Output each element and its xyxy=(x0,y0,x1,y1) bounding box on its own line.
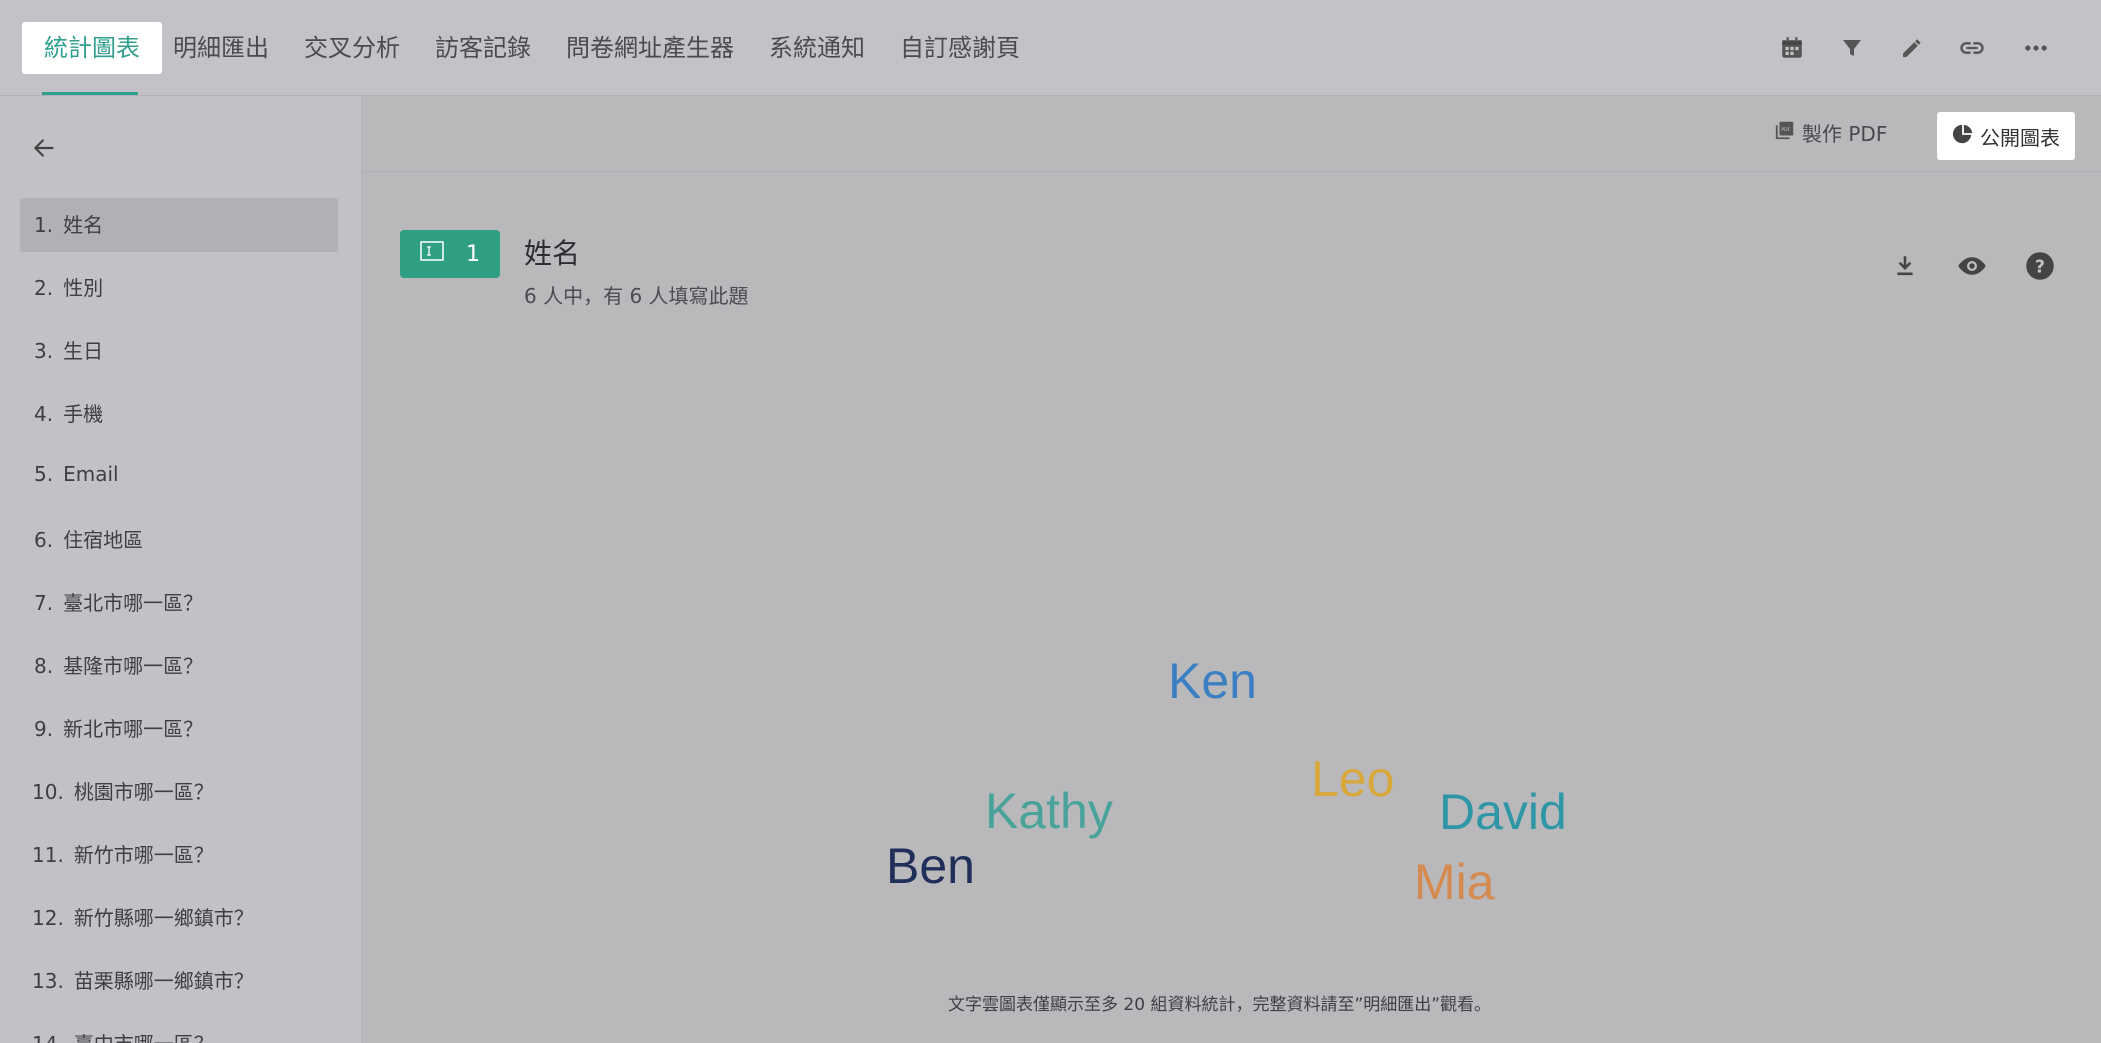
item-label: 苗栗縣哪一鄉鎮市？ xyxy=(73,969,254,993)
pie-chart-icon xyxy=(1952,123,1974,150)
sidebar-item-q13[interactable]: 13. 苗栗縣哪一鄉鎮市？ xyxy=(18,954,336,1008)
chart-panel: PDF 製作 PDF 公開圖表 1 姓名 6 人中，有 6 人填寫此題 ? Ke… xyxy=(362,96,2101,1043)
visibility-icon[interactable] xyxy=(1952,246,1992,286)
item-number: 10. xyxy=(32,780,64,804)
item-number: 8. xyxy=(34,654,54,678)
item-label: 臺中市哪一區？ xyxy=(74,1032,214,1043)
question-response-count: 6 人中，有 6 人填寫此題 xyxy=(524,284,749,308)
cloud-word-ben: Ben xyxy=(886,838,975,894)
word-cloud-note: 文字雲圖表僅顯示至多 20 組資料統計，完整資料請至”明細匯出”觀看。 xyxy=(948,995,1492,1015)
question-sidebar: 1. 姓名 2. 性別 3. 生日 4. 手機 5. Email 6. 住宿地區 7. 臺北市… xyxy=(0,96,362,1043)
question-title: 姓名 xyxy=(524,237,581,270)
question-type-badge: 1 xyxy=(400,230,500,278)
sidebar-item-q8[interactable]: 8. 基隆市哪一區？ xyxy=(20,639,338,693)
item-label: 新北市哪一區？ xyxy=(63,717,204,741)
text-field-icon xyxy=(420,241,444,267)
top-nav: 統計圖表 明細匯出 交叉分析 訪客記錄 問卷網址產生器 系統通知 自訂感謝頁 xyxy=(0,0,2101,96)
cloud-word-kathy: Kathy xyxy=(985,783,1113,839)
tab-thank-you-page[interactable]: 自訂感謝頁 xyxy=(900,22,1020,74)
sidebar-item-q14[interactable]: 14. 臺中市哪一區？ xyxy=(18,1017,336,1043)
item-number: 13. xyxy=(32,969,64,993)
make-pdf-label: 製作 PDF xyxy=(1802,122,1888,146)
make-pdf-button[interactable]: PDF 製作 PDF xyxy=(1774,110,1887,158)
tab-visitor-records[interactable]: 訪客記錄 xyxy=(435,22,531,74)
item-label: 新竹市哪一區？ xyxy=(73,843,214,867)
item-number: 3. xyxy=(34,339,54,363)
cloud-word-david: David xyxy=(1439,784,1567,840)
calendar-icon[interactable] xyxy=(1772,28,1812,68)
question-number: 1 xyxy=(466,241,480,267)
item-number: 14. xyxy=(32,1017,64,1043)
cloud-word-ken: Ken xyxy=(1168,653,1257,709)
edit-icon[interactable] xyxy=(1892,28,1932,68)
active-tab-indicator xyxy=(42,92,138,95)
item-number: 7. xyxy=(34,591,54,615)
pdf-icon: PDF xyxy=(1774,110,1796,158)
item-label: 桃園市哪一區？ xyxy=(73,780,214,804)
item-number: 9. xyxy=(34,717,54,741)
back-arrow-icon[interactable] xyxy=(26,130,62,166)
item-label: 生日 xyxy=(63,339,104,363)
sidebar-item-q11[interactable]: 11. 新竹市哪一區？ xyxy=(18,828,336,882)
item-number: 12. xyxy=(32,906,64,930)
more-icon[interactable] xyxy=(2016,28,2056,68)
sidebar-item-q12[interactable]: 12. 新竹縣哪一鄉鎮市？ xyxy=(18,891,336,945)
cloud-word-mia: Mia xyxy=(1414,854,1495,910)
item-number: 11. xyxy=(32,843,64,867)
help-icon[interactable]: ? xyxy=(2020,246,2060,286)
tab-cross-analysis[interactable]: 交叉分析 xyxy=(304,22,400,74)
sidebar-item-q1[interactable]: 1. 姓名 xyxy=(20,198,338,252)
word-cloud: Ken Leo Kathy David Ben Mia xyxy=(362,526,2101,946)
sidebar-item-q9[interactable]: 9. 新北市哪一區？ xyxy=(20,702,338,756)
public-chart-label: 公開圖表 xyxy=(1980,125,2060,150)
sidebar-item-q7[interactable]: 7. 臺北市哪一區？ xyxy=(20,576,338,630)
item-number: 1. xyxy=(34,213,54,237)
item-number: 6. xyxy=(34,528,54,552)
item-number: 4. xyxy=(34,402,54,426)
download-icon[interactable] xyxy=(1885,246,1925,286)
chart-toolbar: PDF 製作 PDF 公開圖表 xyxy=(362,96,2101,172)
tab-detail-export[interactable]: 明細匯出 xyxy=(173,22,269,74)
item-label: 臺北市哪一區？ xyxy=(63,591,204,615)
link-icon[interactable] xyxy=(1952,28,1992,68)
svg-text:PDF: PDF xyxy=(1781,127,1790,133)
sidebar-item-q2[interactable]: 2. 性別 xyxy=(20,261,338,315)
tab-system-notice[interactable]: 系統通知 xyxy=(769,22,865,74)
svg-text:?: ? xyxy=(2035,257,2045,277)
sidebar-item-q5[interactable]: 5. Email xyxy=(20,447,338,501)
tab-url-generator[interactable]: 問卷網址產生器 xyxy=(566,22,734,74)
item-label: 手機 xyxy=(63,402,104,426)
sidebar-item-q3[interactable]: 3. 生日 xyxy=(20,324,338,378)
sidebar-item-q6[interactable]: 6. 住宿地區 xyxy=(20,513,338,567)
cloud-word-leo: Leo xyxy=(1311,751,1395,807)
item-label: 新竹縣哪一鄉鎮市？ xyxy=(73,906,254,930)
item-label: 姓名 xyxy=(63,213,104,237)
sidebar-item-q4[interactable]: 4. 手機 xyxy=(20,387,338,441)
item-label: Email xyxy=(63,462,119,486)
tab-statistics-chart[interactable]: 統計圖表 xyxy=(22,22,162,74)
item-label: 住宿地區 xyxy=(63,528,144,552)
item-label: 基隆市哪一區？ xyxy=(63,654,204,678)
sidebar-item-q10[interactable]: 10. 桃園市哪一區？ xyxy=(18,765,336,819)
filter-icon[interactable] xyxy=(1832,28,1872,68)
item-label: 性別 xyxy=(63,276,104,300)
public-chart-button[interactable]: 公開圖表 xyxy=(1937,112,2075,160)
item-number: 5. xyxy=(34,462,54,486)
item-number: 2. xyxy=(34,276,54,300)
